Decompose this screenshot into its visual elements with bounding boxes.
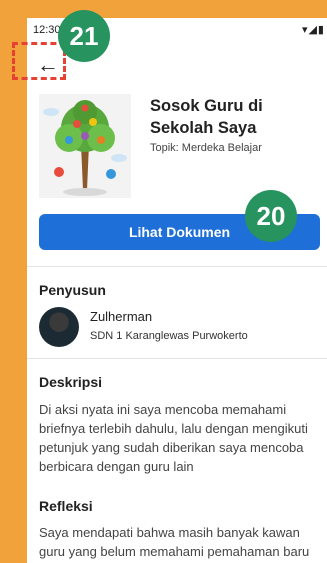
description-heading: Deskripsi xyxy=(39,374,103,390)
annotation-highlight-box xyxy=(12,42,66,80)
author-school: SDN 1 Karanglewas Purwokerto xyxy=(90,330,248,342)
divider xyxy=(27,266,327,267)
annotation-badge-21: 21 xyxy=(58,10,110,62)
phone-screen: 12:30 ▾◢▮ ← Sosok Guru di Sekolah Saya T… xyxy=(27,18,327,563)
document-topic: Topik: Merdeka Belajar xyxy=(150,142,262,154)
annotation-badge-20: 20 xyxy=(245,190,297,242)
tree-illustration xyxy=(39,94,131,198)
reflection-heading: Refleksi xyxy=(39,498,93,514)
status-icons: ▾◢▮ xyxy=(301,24,325,36)
author-heading: Penyusun xyxy=(39,282,106,298)
divider xyxy=(27,358,327,359)
document-thumbnail xyxy=(39,94,131,198)
avatar xyxy=(39,307,79,347)
author-name: Zulherman xyxy=(90,309,153,324)
reflection-text: Saya mendapati bahwa masih banyak kawan … xyxy=(39,525,310,559)
status-time: 12:30 xyxy=(33,24,61,36)
document-title: Sosok Guru di Sekolah Saya xyxy=(150,97,263,137)
description-text: Di aksi nyata ini saya mencoba memahami … xyxy=(39,402,308,474)
